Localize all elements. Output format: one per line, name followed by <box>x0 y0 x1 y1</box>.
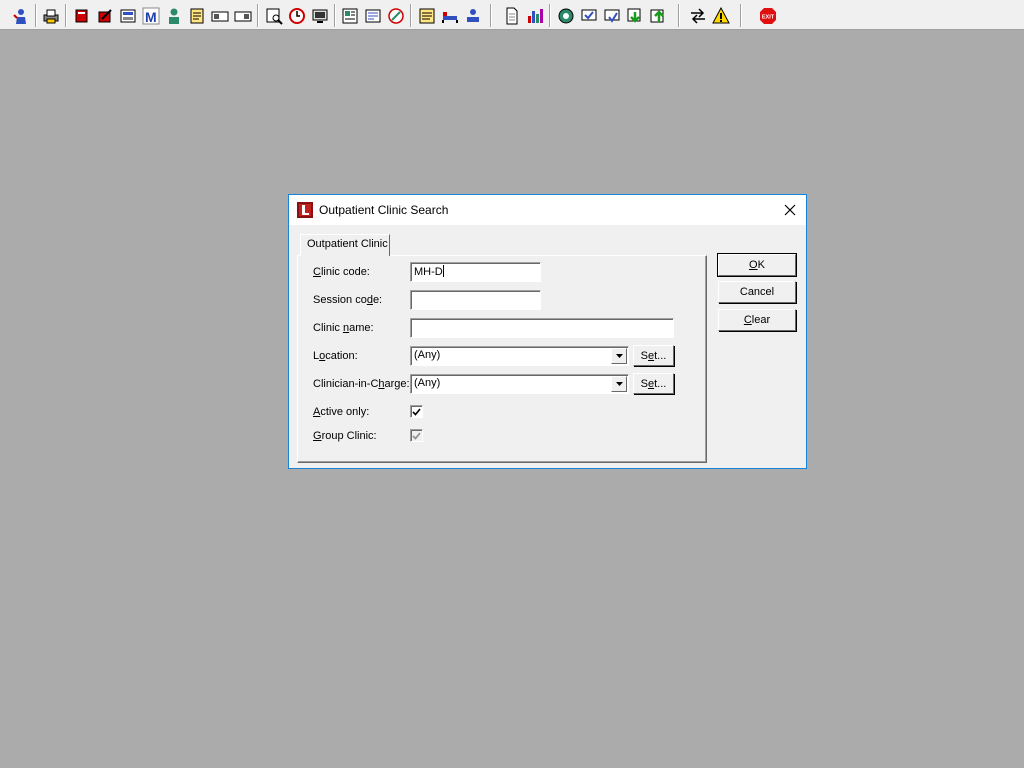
check-icon[interactable] <box>578 5 599 26</box>
group-clinic-checkbox[interactable] <box>410 429 423 442</box>
card2-icon[interactable] <box>232 5 253 26</box>
clinician-select-value: (Any) <box>414 377 441 389</box>
session-code-input[interactable] <box>410 290 541 310</box>
network-icon[interactable] <box>555 5 576 26</box>
outpatient-clinic-search-dialog: Outpatient Clinic Search Outpatient Clin… <box>288 194 807 469</box>
clinic-code-label: Clinic code: <box>313 266 370 278</box>
upload-icon[interactable] <box>647 5 668 26</box>
dialog-title: Outpatient Clinic Search <box>319 203 449 217</box>
session-code-label: Session code: <box>313 294 383 306</box>
edit-icon[interactable] <box>94 5 115 26</box>
person-icon[interactable] <box>163 5 184 26</box>
flag-icon[interactable] <box>601 5 622 26</box>
checkmark-icon <box>412 407 421 416</box>
monitor-icon[interactable] <box>309 5 330 26</box>
clear-button[interactable]: Clear <box>718 309 796 331</box>
m-icon[interactable]: M <box>140 5 161 26</box>
bed-icon[interactable] <box>439 5 460 26</box>
close-button[interactable] <box>774 195 806 225</box>
clinic-name-label: Clinic name: <box>313 322 374 334</box>
search-doc-icon[interactable] <box>263 5 284 26</box>
patient-icon[interactable] <box>10 5 31 26</box>
notes-icon[interactable] <box>186 5 207 26</box>
clinician-in-charge-select[interactable]: (Any) <box>410 374 629 394</box>
clinic-code-input[interactable]: MH-D <box>410 262 541 282</box>
clinician-in-charge-label: Clinician-in-Charge: <box>313 378 410 390</box>
chevron-down-icon[interactable] <box>611 348 627 364</box>
main-toolbar: M EXIT <box>0 0 1024 30</box>
print-icon[interactable] <box>40 5 61 26</box>
card-icon[interactable] <box>209 5 230 26</box>
svg-text:EXIT: EXIT <box>761 14 774 20</box>
register-icon[interactable] <box>117 5 138 26</box>
download-icon[interactable] <box>624 5 645 26</box>
exit-icon[interactable]: EXIT <box>757 5 778 26</box>
globe-icon[interactable] <box>385 5 406 26</box>
chevron-down-icon[interactable] <box>611 376 627 392</box>
swap-icon[interactable] <box>687 5 708 26</box>
chart-icon[interactable] <box>524 5 545 26</box>
book-icon[interactable] <box>71 5 92 26</box>
location-select[interactable]: (Any) <box>410 346 629 366</box>
warning-icon[interactable] <box>710 5 731 26</box>
clock-icon[interactable] <box>286 5 307 26</box>
clinician-set-button[interactable]: Se t... <box>633 373 674 394</box>
note-icon[interactable] <box>362 5 383 26</box>
sticky-icon[interactable] <box>416 5 437 26</box>
clinic-name-input[interactable] <box>410 318 674 338</box>
cancel-button[interactable]: Cancel <box>718 281 796 303</box>
app-icon <box>297 202 313 218</box>
active-only-checkbox[interactable] <box>410 405 423 418</box>
tab-label: Outpatient Clinic <box>307 238 388 250</box>
tab-outpatient-clinic[interactable]: Outpatient Clinic <box>300 234 390 256</box>
group-clinic-label: Group Clinic: <box>313 430 377 442</box>
location-select-value: (Any) <box>414 349 441 361</box>
ok-button[interactable]: OK <box>717 253 797 277</box>
checkmark-icon <box>412 431 421 440</box>
location-label: Location: <box>313 350 358 362</box>
dialog-titlebar[interactable]: Outpatient Clinic Search <box>289 195 806 225</box>
svg-text:M: M <box>145 9 157 25</box>
active-only-label: Active only: <box>313 406 370 418</box>
report-icon[interactable] <box>339 5 360 26</box>
transfer-icon[interactable] <box>462 5 483 26</box>
location-set-button[interactable]: Se t... <box>633 345 674 366</box>
close-icon <box>784 204 796 216</box>
document-icon[interactable] <box>501 5 522 26</box>
